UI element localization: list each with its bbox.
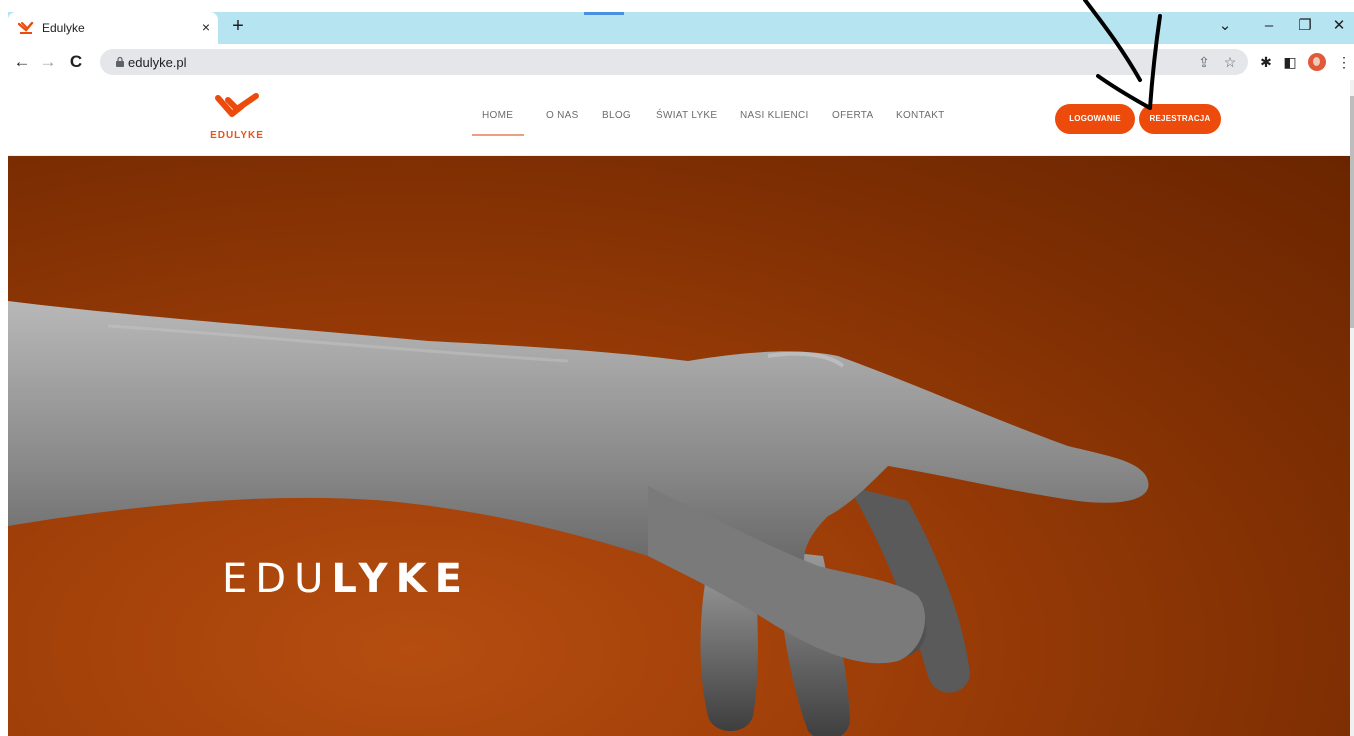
profile-avatar-icon[interactable] (1308, 53, 1326, 71)
lock-icon (116, 56, 124, 67)
tab-title: Edulyke (42, 21, 85, 35)
browser-menu-icon[interactable]: ⋮ (1334, 52, 1354, 72)
reload-button[interactable]: C (64, 50, 88, 74)
url-text[interactable]: edulyke.pl (128, 55, 187, 70)
nav-item-nasi-klienci[interactable]: NASI KLIENCI (740, 110, 809, 121)
tab-group-indicator (584, 12, 624, 15)
login-button[interactable]: LOGOWANIE (1055, 104, 1135, 134)
tab-close-icon[interactable]: × (198, 18, 214, 36)
nav-item-o-nas[interactable]: O NAS (546, 110, 579, 121)
share-icon[interactable]: ⇪ (1194, 52, 1214, 72)
browser-toolbar: ← → C edulyke.pl ⇪ ☆ ✱ ◧ ⋮ (0, 44, 1354, 80)
register-button[interactable]: REJESTRACJA (1139, 104, 1221, 134)
pointing-hand-image (8, 301, 1149, 736)
address-bar[interactable]: edulyke.pl ⇪ ☆ (100, 49, 1248, 75)
hero-title: EDULYKE (222, 556, 470, 602)
back-button[interactable]: ← (10, 50, 34, 74)
forward-button[interactable]: → (36, 50, 60, 74)
close-window-button[interactable]: ✕ (1326, 14, 1352, 38)
browser-tabstrip: Edulyke × + ⌄ – ❐ ✕ (0, 0, 1354, 44)
minimize-button[interactable]: – (1256, 14, 1282, 38)
nav-item-oferta[interactable]: OFERTA (832, 110, 873, 121)
tab-search-chevron-icon[interactable]: ⌄ (1212, 14, 1238, 38)
hero-title-lyke: LYKE (331, 556, 470, 602)
nav-active-underline (472, 134, 524, 136)
browser-tab-edulyke[interactable]: Edulyke × (8, 12, 218, 44)
edulyke-logo-mark-icon (215, 93, 259, 117)
hero-title-edu: EDU (222, 556, 332, 602)
side-panel-icon[interactable]: ◧ (1280, 52, 1300, 72)
new-tab-button[interactable]: + (228, 16, 248, 38)
page-scrollbar-thumb[interactable] (1350, 96, 1354, 328)
maximize-button[interactable]: ❐ (1292, 14, 1318, 38)
hero-section: EDULYKE (8, 156, 1350, 736)
nav-item-swiat-lyke[interactable]: ŚWIAT LYKE (656, 110, 717, 121)
nav-item-home[interactable]: HOME (482, 110, 513, 121)
extensions-puzzle-icon[interactable]: ✱ (1256, 52, 1276, 72)
logo-text: EDULYKE (210, 130, 264, 141)
nav-item-kontakt[interactable]: KONTAKT (896, 110, 945, 121)
edulyke-favicon-icon (18, 21, 34, 34)
bookmark-star-icon[interactable]: ☆ (1220, 52, 1240, 72)
site-header: EDULYKE HOME O NAS BLOG ŚWIAT LYKE NASI … (8, 80, 1352, 156)
edulyke-logo[interactable]: EDULYKE (206, 92, 268, 144)
nav-item-blog[interactable]: BLOG (602, 110, 631, 121)
